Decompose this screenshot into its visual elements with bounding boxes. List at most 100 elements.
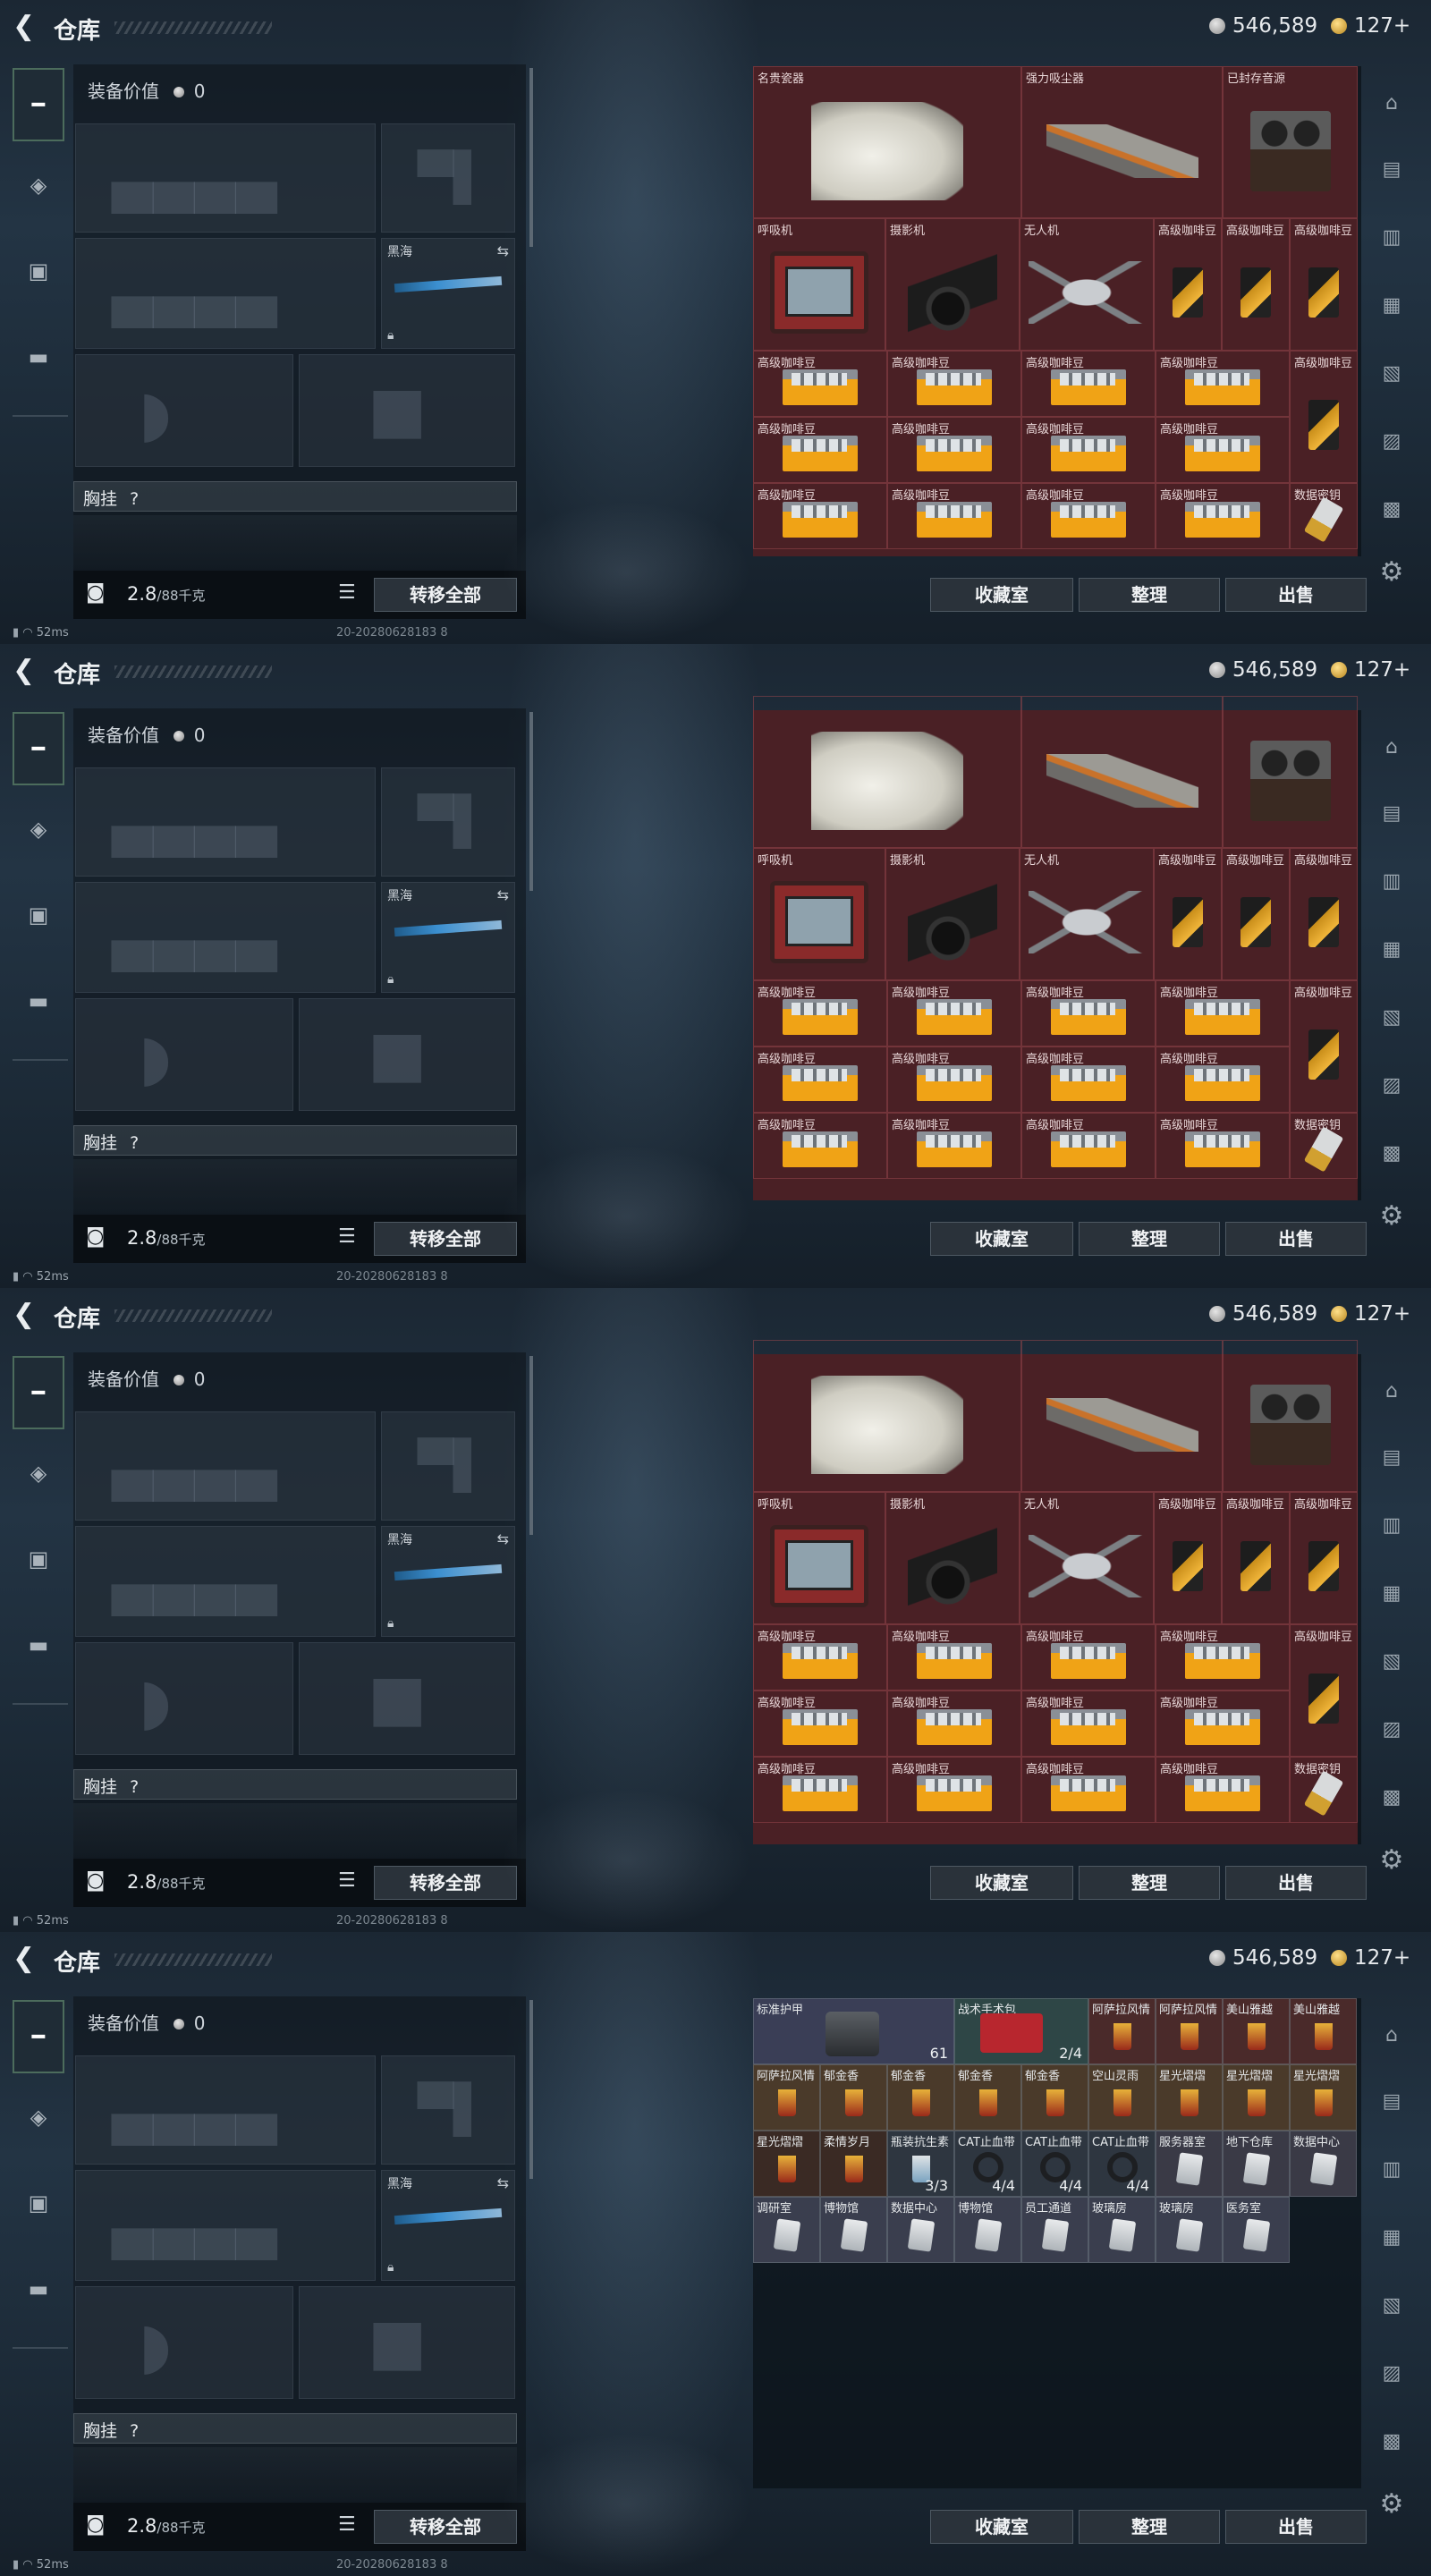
storage-tab-1-icon[interactable]: ▤ bbox=[1374, 2084, 1410, 2120]
storage-tab-5-icon[interactable]: ▨ bbox=[1374, 2356, 1410, 2392]
equipment-scrollbar[interactable] bbox=[529, 68, 533, 247]
primary-weapon-slot[interactable]: ▄▄▄▄ bbox=[75, 1411, 376, 1521]
inventory-item[interactable]: 高级咖啡豆 bbox=[1154, 1492, 1222, 1624]
nav-weapons[interactable]: ━ bbox=[13, 712, 64, 785]
chest-rig-slot[interactable]: 胸挂 ? bbox=[73, 481, 517, 512]
inventory-item[interactable]: 调研室 bbox=[753, 2197, 820, 2263]
inventory-item[interactable]: 无人机 bbox=[1020, 848, 1154, 980]
inventory-item[interactable]: 高级咖啡豆 bbox=[1290, 1492, 1358, 1624]
collection-button[interactable]: 收藏室 bbox=[930, 578, 1073, 612]
inventory-item[interactable] bbox=[1223, 696, 1358, 848]
inventory-item[interactable]: 名贵瓷器 bbox=[753, 66, 1021, 218]
inventory-item[interactable]: 数据密钥 bbox=[1290, 1113, 1358, 1179]
inventory-item[interactable]: 服务器室 bbox=[1156, 2131, 1223, 2197]
melee-slot[interactable]: 黑海 ⇆ 🔒︎ bbox=[381, 882, 515, 993]
list-icon[interactable]: ☰ bbox=[338, 2513, 356, 2536]
inventory-item[interactable]: 高级咖啡豆 bbox=[1290, 1624, 1358, 1757]
inventory-item[interactable]: 呼吸机 bbox=[753, 848, 885, 980]
pistol-slot[interactable]: ▀▌ bbox=[381, 2055, 515, 2165]
inventory-item[interactable]: 高级咖啡豆 bbox=[1021, 1757, 1156, 1823]
transfer-all-button[interactable]: 转移全部 bbox=[374, 2510, 517, 2544]
inventory-item[interactable]: 星光熠熠 bbox=[1156, 2064, 1223, 2131]
inventory-item[interactable]: 高级咖啡豆 bbox=[887, 1757, 1021, 1823]
home-icon[interactable]: ⌂ bbox=[1374, 2018, 1410, 2054]
inventory-item[interactable]: 无人机 bbox=[1020, 1492, 1154, 1624]
inventory-item[interactable]: 呼吸机 bbox=[753, 1492, 885, 1624]
inventory-item[interactable]: 高级咖啡豆 bbox=[1154, 848, 1222, 980]
home-icon[interactable]: ⌂ bbox=[1374, 730, 1410, 766]
sell-button[interactable]: 出售 bbox=[1225, 2510, 1367, 2544]
inventory-item[interactable]: 高级咖啡豆 bbox=[887, 980, 1021, 1046]
storage-tab-6-icon[interactable]: ▩ bbox=[1374, 1136, 1410, 1172]
inventory-item[interactable]: 高级咖啡豆 bbox=[1290, 351, 1358, 483]
storage-tab-6-icon[interactable]: ▩ bbox=[1374, 492, 1410, 528]
inventory-item[interactable]: 高级咖啡豆 bbox=[753, 483, 887, 549]
inventory-item[interactable]: 高级咖啡豆 bbox=[1222, 1492, 1290, 1624]
armor-slot[interactable]: ■ bbox=[299, 998, 515, 1111]
inventory-item[interactable]: 高级咖啡豆 bbox=[1156, 417, 1290, 483]
pistol-slot[interactable]: ▀▌ bbox=[381, 767, 515, 877]
inventory-item[interactable]: 星光熠熠 bbox=[1290, 2064, 1357, 2131]
inventory-item[interactable]: 博物馆 bbox=[820, 2197, 887, 2263]
melee-slot[interactable]: 黑海 ⇆ 🔒︎ bbox=[381, 2170, 515, 2281]
swap-icon[interactable]: ⇆ bbox=[497, 886, 509, 903]
swap-icon[interactable]: ⇆ bbox=[497, 242, 509, 259]
chest-rig-help[interactable]: ? bbox=[130, 1133, 139, 1153]
inventory-item[interactable]: 高级咖啡豆 bbox=[887, 351, 1021, 417]
inventory-item[interactable]: 已封存音源 bbox=[1223, 66, 1358, 218]
back-arrow-icon[interactable]: ❮ bbox=[13, 1945, 41, 1973]
settings-gear-icon[interactable]: ⚙ bbox=[1374, 2487, 1410, 2522]
storage-tab-5-icon[interactable]: ▨ bbox=[1374, 1712, 1410, 1748]
inventory-item[interactable]: 高级咖啡豆 bbox=[1154, 218, 1222, 351]
inventory-item[interactable]: 郁金香 bbox=[887, 2064, 954, 2131]
nav-backpack[interactable]: ▣ bbox=[13, 2166, 64, 2240]
swap-icon[interactable]: ⇆ bbox=[497, 1530, 509, 1547]
nav-case[interactable]: ▬ bbox=[13, 320, 64, 394]
inventory-item[interactable]: 高级咖啡豆 bbox=[1021, 980, 1156, 1046]
storage-tab-1-icon[interactable]: ▤ bbox=[1374, 1440, 1410, 1476]
inventory-item[interactable]: 呼吸机 bbox=[753, 218, 885, 351]
inventory-item[interactable]: 高级咖啡豆 bbox=[753, 1113, 887, 1179]
inventory-item[interactable]: 摄影机 bbox=[885, 848, 1020, 980]
inventory-item[interactable]: 空山灵雨 bbox=[1088, 2064, 1156, 2131]
primary-weapon-slot[interactable]: ▄▄▄▄ bbox=[75, 123, 376, 233]
inventory-item[interactable]: 玻璃房 bbox=[1156, 2197, 1223, 2263]
inventory-item[interactable]: 美山雅越 bbox=[1223, 1998, 1290, 2064]
inventory-item[interactable] bbox=[1021, 696, 1223, 848]
inventory-item[interactable]: 高级咖啡豆 bbox=[1021, 1046, 1156, 1113]
transfer-all-button[interactable]: 转移全部 bbox=[374, 578, 517, 612]
nav-armor[interactable]: ◈ bbox=[13, 1436, 64, 1510]
inventory-item[interactable]: 阿萨拉风情 bbox=[1156, 1998, 1223, 2064]
equipment-scrollbar[interactable] bbox=[529, 1356, 533, 1535]
inventory-item[interactable]: 摄影机 bbox=[885, 1492, 1020, 1624]
inventory-item[interactable]: 高级咖啡豆 bbox=[1290, 848, 1358, 980]
inventory-item[interactable]: 柔情岁月 bbox=[820, 2131, 887, 2197]
chest-rig-area[interactable] bbox=[73, 1159, 517, 1213]
inventory-item[interactable]: 高级咖啡豆 bbox=[887, 1624, 1021, 1690]
nav-backpack[interactable]: ▣ bbox=[13, 1522, 64, 1596]
inventory-item[interactable]: 高级咖啡豆 bbox=[753, 1046, 887, 1113]
storage-tab-5-icon[interactable]: ▨ bbox=[1374, 1068, 1410, 1104]
transfer-all-button[interactable]: 转移全部 bbox=[374, 1222, 517, 1256]
inventory-item[interactable]: 高级咖啡豆 bbox=[887, 417, 1021, 483]
storage-tab-3-icon[interactable]: ▦ bbox=[1374, 2220, 1410, 2256]
sell-button[interactable]: 出售 bbox=[1225, 1866, 1367, 1900]
inventory-item[interactable]: 数据中心 bbox=[887, 2197, 954, 2263]
secondary-weapon-slot[interactable]: ▄▄▄▄ bbox=[75, 2170, 376, 2281]
primary-weapon-slot[interactable]: ▄▄▄▄ bbox=[75, 767, 376, 877]
nav-backpack[interactable]: ▣ bbox=[13, 234, 64, 308]
inventory-item[interactable] bbox=[753, 1340, 1021, 1492]
inventory-item[interactable]: 郁金香 bbox=[1021, 2064, 1088, 2131]
inventory-item[interactable]: 郁金香 bbox=[954, 2064, 1021, 2131]
inventory-item[interactable]: CAT止血带 4/4 bbox=[954, 2131, 1021, 2197]
inventory-item[interactable]: 数据密钥 bbox=[1290, 1757, 1358, 1823]
storage-tab-3-icon[interactable]: ▦ bbox=[1374, 932, 1410, 968]
storage-tab-4-icon[interactable]: ▧ bbox=[1374, 1000, 1410, 1036]
collection-button[interactable]: 收藏室 bbox=[930, 1866, 1073, 1900]
inventory-item[interactable] bbox=[753, 696, 1021, 848]
sort-button[interactable]: 整理 bbox=[1079, 1866, 1220, 1900]
storage-tab-2-icon[interactable]: ▥ bbox=[1374, 220, 1410, 256]
inventory-item[interactable]: 高级咖啡豆 bbox=[887, 483, 1021, 549]
nav-case[interactable]: ▬ bbox=[13, 1608, 64, 1682]
chest-rig-help[interactable]: ? bbox=[130, 489, 139, 509]
